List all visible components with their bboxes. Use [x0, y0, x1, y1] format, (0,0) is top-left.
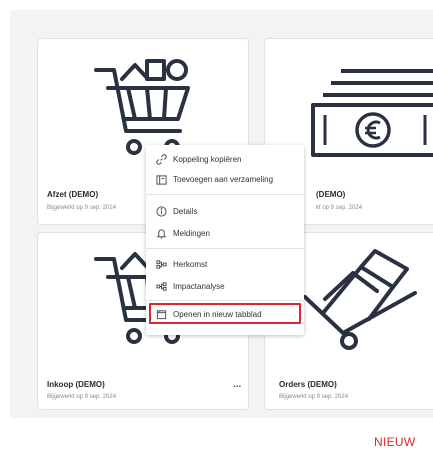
context-menu: Koppeling kopiëren Toevoegen aan verzame… [146, 145, 304, 335]
impact-analysis-icon [155, 280, 167, 292]
menu-item-label: Details [173, 206, 198, 216]
lineage-icon [155, 258, 167, 270]
info-icon [155, 205, 167, 217]
menu-item-add-to-collection[interactable]: Toevoegen aan verzameling [146, 169, 304, 189]
menu-item-label: Koppeling kopiëren [173, 154, 242, 164]
card-title: (DEMO) [316, 190, 346, 199]
menu-item-lineage[interactable]: Herkomst [146, 254, 304, 274]
highlight-outline [149, 303, 301, 324]
menu-divider [146, 194, 304, 195]
menu-item-label: Impactanalyse [173, 281, 225, 291]
card-updated: Bijgewerkt op 9 sep. 2024 [279, 394, 349, 400]
card-title: Inkoop (DEMO) [47, 380, 105, 389]
link-icon [155, 153, 167, 165]
card-updated: kt op 9 sep. 2024 [316, 205, 363, 211]
more-options-button[interactable]: ... [233, 380, 241, 390]
menu-item-label: Meldingen [173, 228, 210, 238]
collection-icon [155, 173, 167, 185]
card-title: Afzet (DEMO) [47, 190, 99, 199]
menu-divider [146, 248, 304, 249]
menu-item-label: Toevoegen aan verzameling [173, 174, 274, 184]
menu-divider [146, 300, 304, 301]
new-badge: NIEUW [374, 435, 416, 449]
menu-item-label: Herkomst [173, 259, 208, 269]
menu-item-notifications[interactable]: Meldingen [146, 223, 304, 243]
menu-item-details[interactable]: Details [146, 201, 304, 221]
card-title: Orders (DEMO) [279, 380, 337, 389]
menu-item-impact-analysis[interactable]: Impactanalyse [146, 276, 304, 296]
bell-icon [155, 227, 167, 239]
menu-item-copy-link[interactable]: Koppeling kopiëren [146, 149, 304, 169]
card-updated: Bijgewerkt op 9 sep. 2024 [47, 394, 117, 400]
card-updated: Bijgewerkt op 9 sep. 2024 [47, 205, 117, 211]
